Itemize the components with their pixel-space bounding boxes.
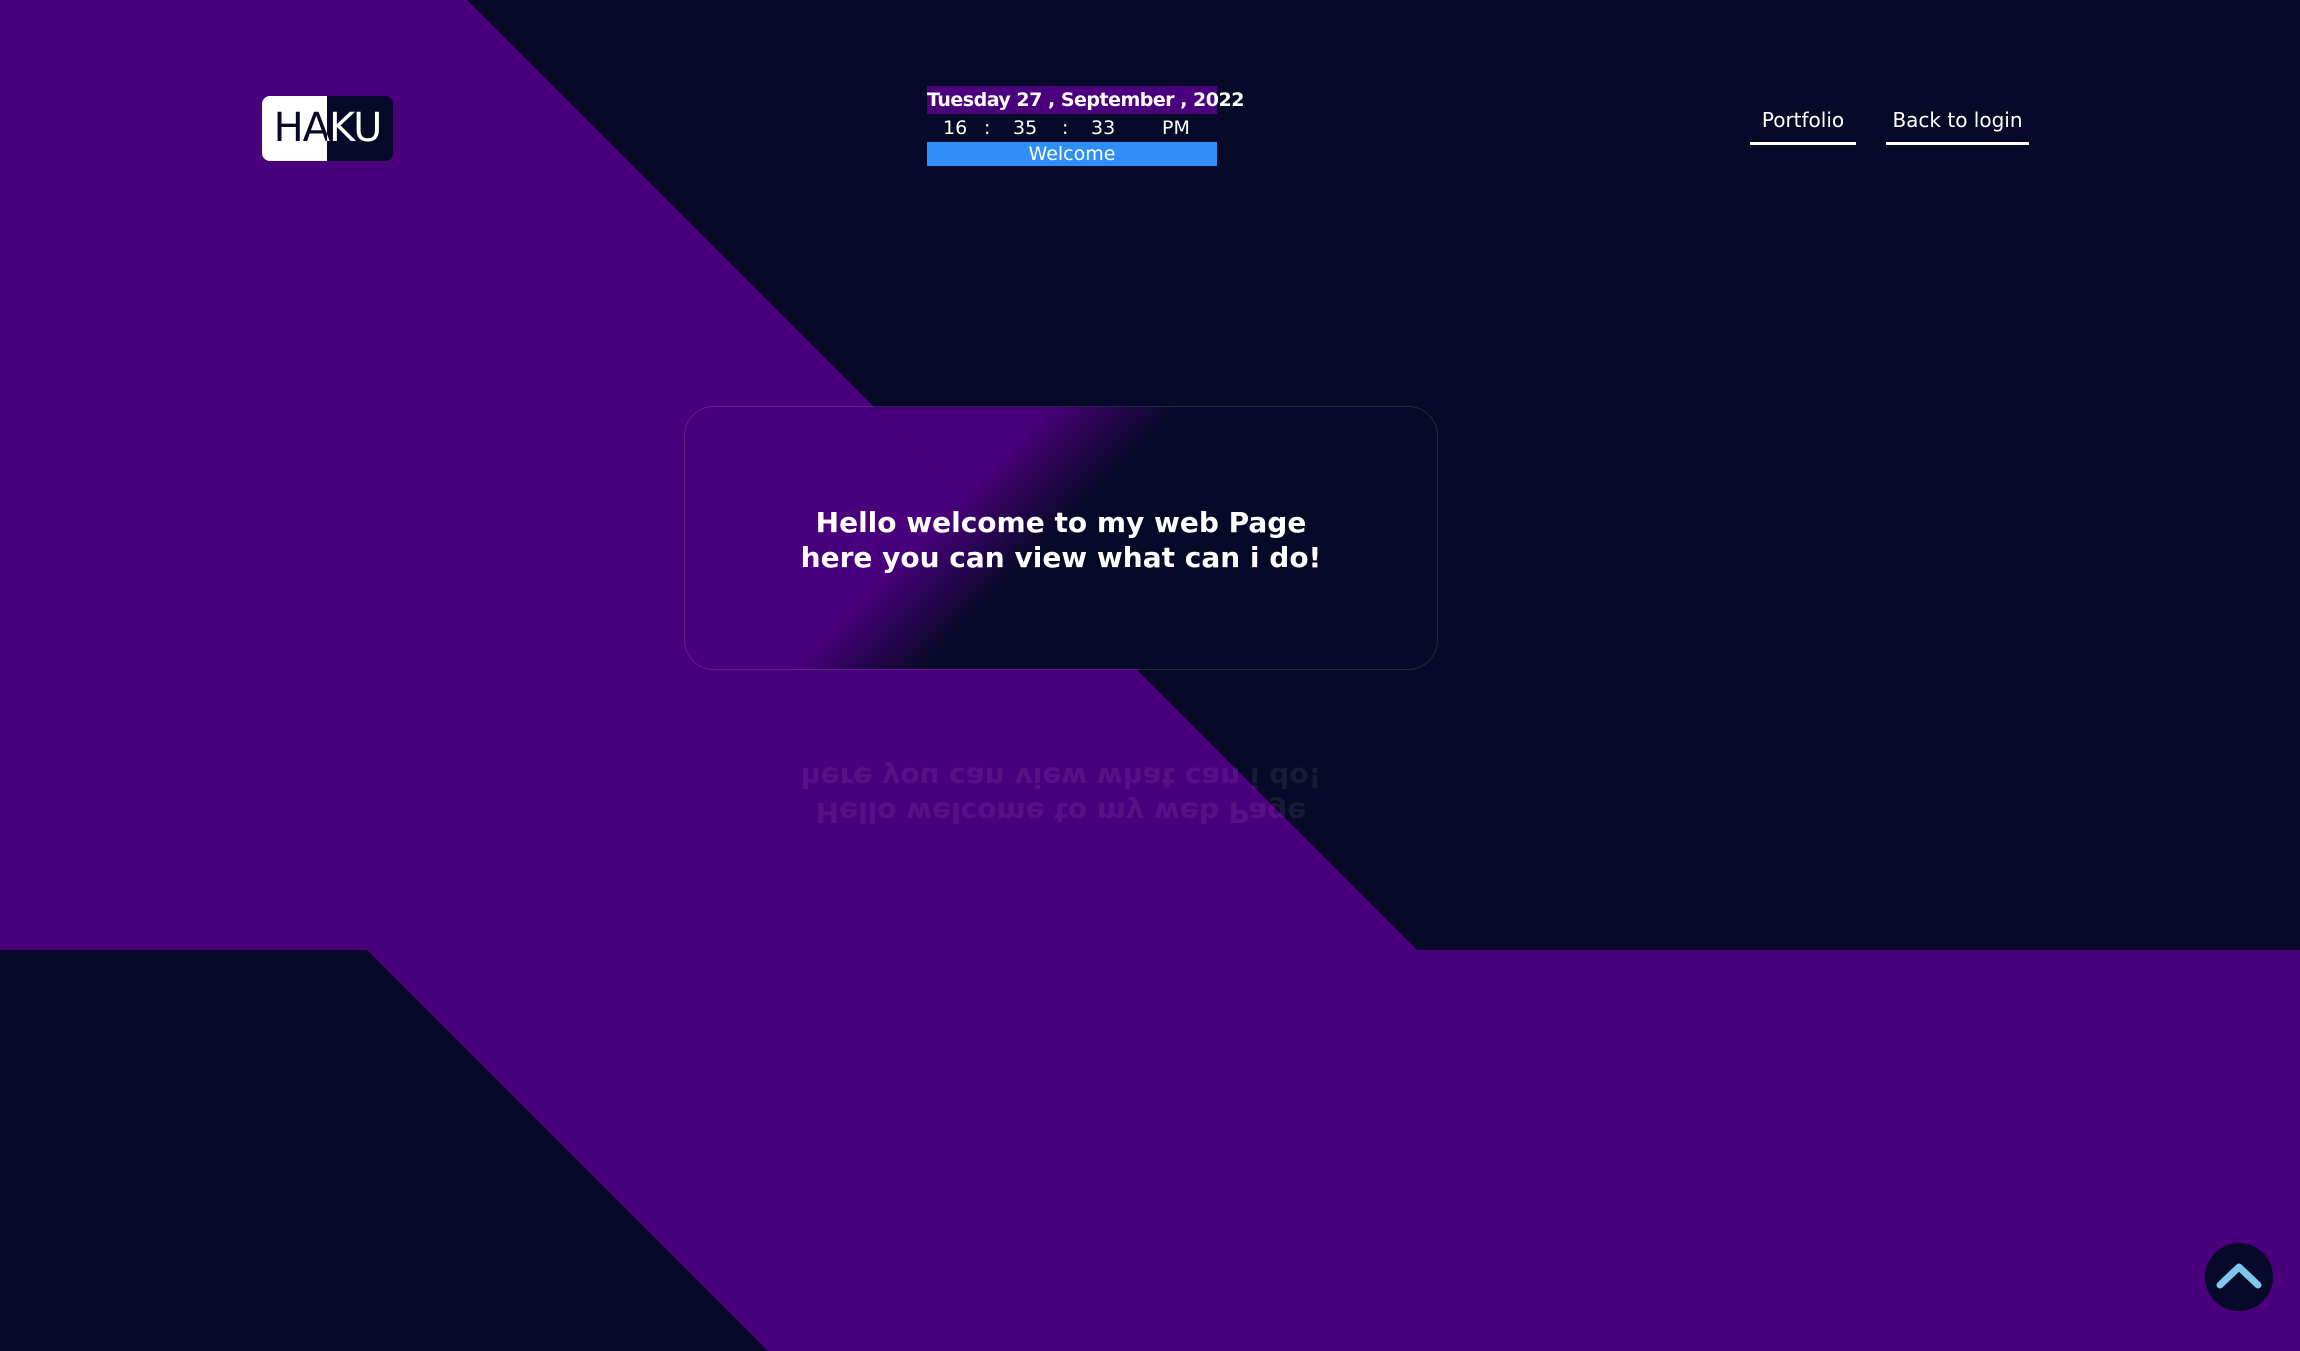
clock-time: 16 : 35 : 33 PM [927, 114, 1217, 142]
welcome-message: Hello welcome to my web Page here you ca… [685, 505, 1437, 575]
clock-date: Tuesday 27 , September , 2022 [927, 86, 1244, 114]
clock-separator: : [1062, 117, 1069, 139]
reflection-line-1: Hello welcome to my web Page [815, 796, 1307, 829]
welcome-card: Hello welcome to my web Page here you ca… [684, 406, 1438, 670]
logo[interactable]: HAKU [262, 96, 393, 161]
welcome-line-2: here you can view what can i do! [800, 541, 1322, 574]
chevron-up-icon [2216, 1263, 2262, 1289]
clock-minutes: 35 [1013, 117, 1038, 139]
clock-widget: Tuesday 27 , September , 2022 16 : 35 : … [927, 86, 1244, 166]
section-background [0, 950, 2300, 1351]
reflection-line-2: here you can view what can i do! [800, 761, 1322, 794]
logo-text: HAKU [262, 96, 393, 161]
clock-seconds: 33 [1091, 117, 1116, 139]
nav-back-to-login-link[interactable]: Back to login [1886, 103, 2029, 145]
welcome-line-1: Hello welcome to my web Page [815, 506, 1307, 539]
nav-portfolio-link[interactable]: Portfolio [1750, 103, 1856, 145]
welcome-banner: Welcome [927, 142, 1217, 166]
clock-period: PM [1162, 117, 1190, 139]
scroll-to-top-button[interactable] [2205, 1243, 2273, 1311]
page: HAKU Tuesday 27 , September , 2022 16 : … [0, 0, 2300, 1351]
welcome-reflection: Hello welcome to my web Page here you ca… [684, 760, 1438, 830]
clock-separator: : [984, 117, 991, 139]
clock-hours: 16 [943, 117, 968, 139]
